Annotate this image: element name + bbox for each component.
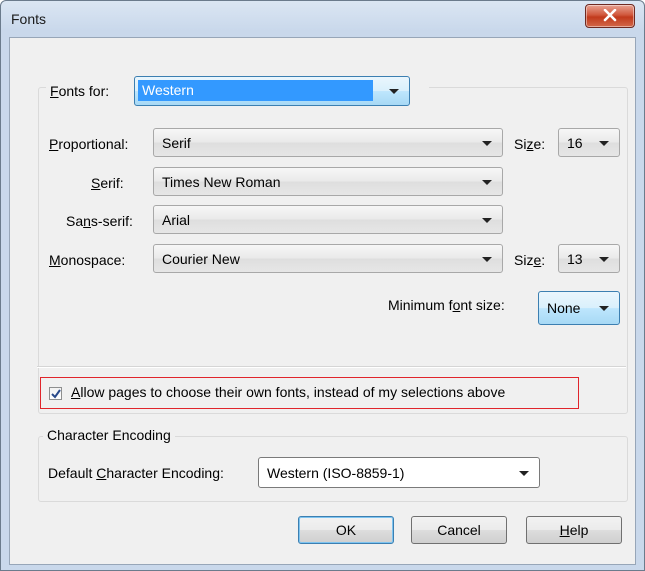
serif-label: Serif:	[91, 175, 124, 191]
serif-select[interactable]: Times New Roman	[153, 167, 503, 196]
minimum-font-size-select[interactable]: None	[538, 291, 620, 325]
chevron-down-icon	[599, 306, 609, 311]
proportional-size-value: 16	[567, 135, 583, 151]
chevron-down-icon	[482, 257, 492, 262]
monospace-label: Monospace:	[49, 252, 126, 268]
proportional-select[interactable]: Serif	[153, 128, 503, 157]
chevron-down-icon	[519, 471, 529, 476]
sans-serif-select[interactable]: Arial	[153, 205, 503, 234]
fonts-for-select[interactable]: Western	[134, 76, 410, 106]
default-encoding-label: Default Character Encoding:	[48, 465, 224, 481]
fonts-for-selection: Western	[138, 80, 373, 101]
sans-serif-label: Sans-serif:	[66, 213, 133, 229]
character-encoding-legend: Character Encoding	[43, 427, 175, 443]
checkmark-icon	[51, 389, 61, 399]
ok-button[interactable]: OK	[298, 516, 394, 544]
chevron-down-icon	[599, 257, 609, 262]
monospace-select[interactable]: Courier New	[153, 244, 503, 273]
default-encoding-value: Western (ISO-8859-1)	[267, 465, 405, 481]
minimum-font-size-value: None	[547, 300, 581, 316]
allow-pages-fonts-label[interactable]: Allow pages to choose their own fonts, i…	[71, 384, 505, 400]
chevron-down-icon	[482, 218, 492, 223]
fonts-for-legend: Fonts for: Western	[46, 75, 429, 107]
proportional-size-label: Size:	[514, 136, 546, 152]
chevron-down-icon	[482, 141, 492, 146]
dialog-window: Fonts Fonts for: Western Proportional: S…	[0, 0, 645, 571]
proportional-label: Proportional:	[49, 136, 129, 152]
monospace-value: Courier New	[162, 251, 240, 267]
monospace-size-label: Size:	[514, 252, 546, 268]
close-icon	[603, 9, 617, 22]
minimum-font-size-label: Minimum font size:	[388, 297, 505, 313]
group-separator	[37, 366, 626, 368]
fonts-for-label: Fonts for:	[50, 83, 110, 99]
default-encoding-select[interactable]: Western (ISO-8859-1)	[258, 457, 540, 488]
close-button[interactable]	[585, 4, 635, 28]
window-title: Fonts	[11, 11, 47, 27]
monospace-size-value: 13	[567, 251, 583, 267]
chevron-down-icon	[599, 141, 609, 146]
dialog-body: Fonts for: Western Proportional: Serif S…	[9, 37, 636, 565]
monospace-size-select[interactable]: 13	[558, 244, 620, 273]
chevron-down-icon	[389, 89, 399, 94]
help-button[interactable]: Help	[526, 516, 622, 544]
title-bar[interactable]: Fonts	[1, 1, 644, 37]
chevron-down-icon	[482, 180, 492, 185]
proportional-size-select[interactable]: 16	[558, 128, 620, 157]
proportional-value: Serif	[162, 135, 191, 151]
serif-value: Times New Roman	[162, 174, 281, 190]
cancel-button[interactable]: Cancel	[411, 516, 507, 544]
sans-serif-value: Arial	[162, 212, 191, 228]
allow-pages-fonts-checkbox[interactable]	[49, 387, 62, 400]
allow-pages-fonts-highlight: Allow pages to choose their own fonts, i…	[40, 377, 579, 409]
